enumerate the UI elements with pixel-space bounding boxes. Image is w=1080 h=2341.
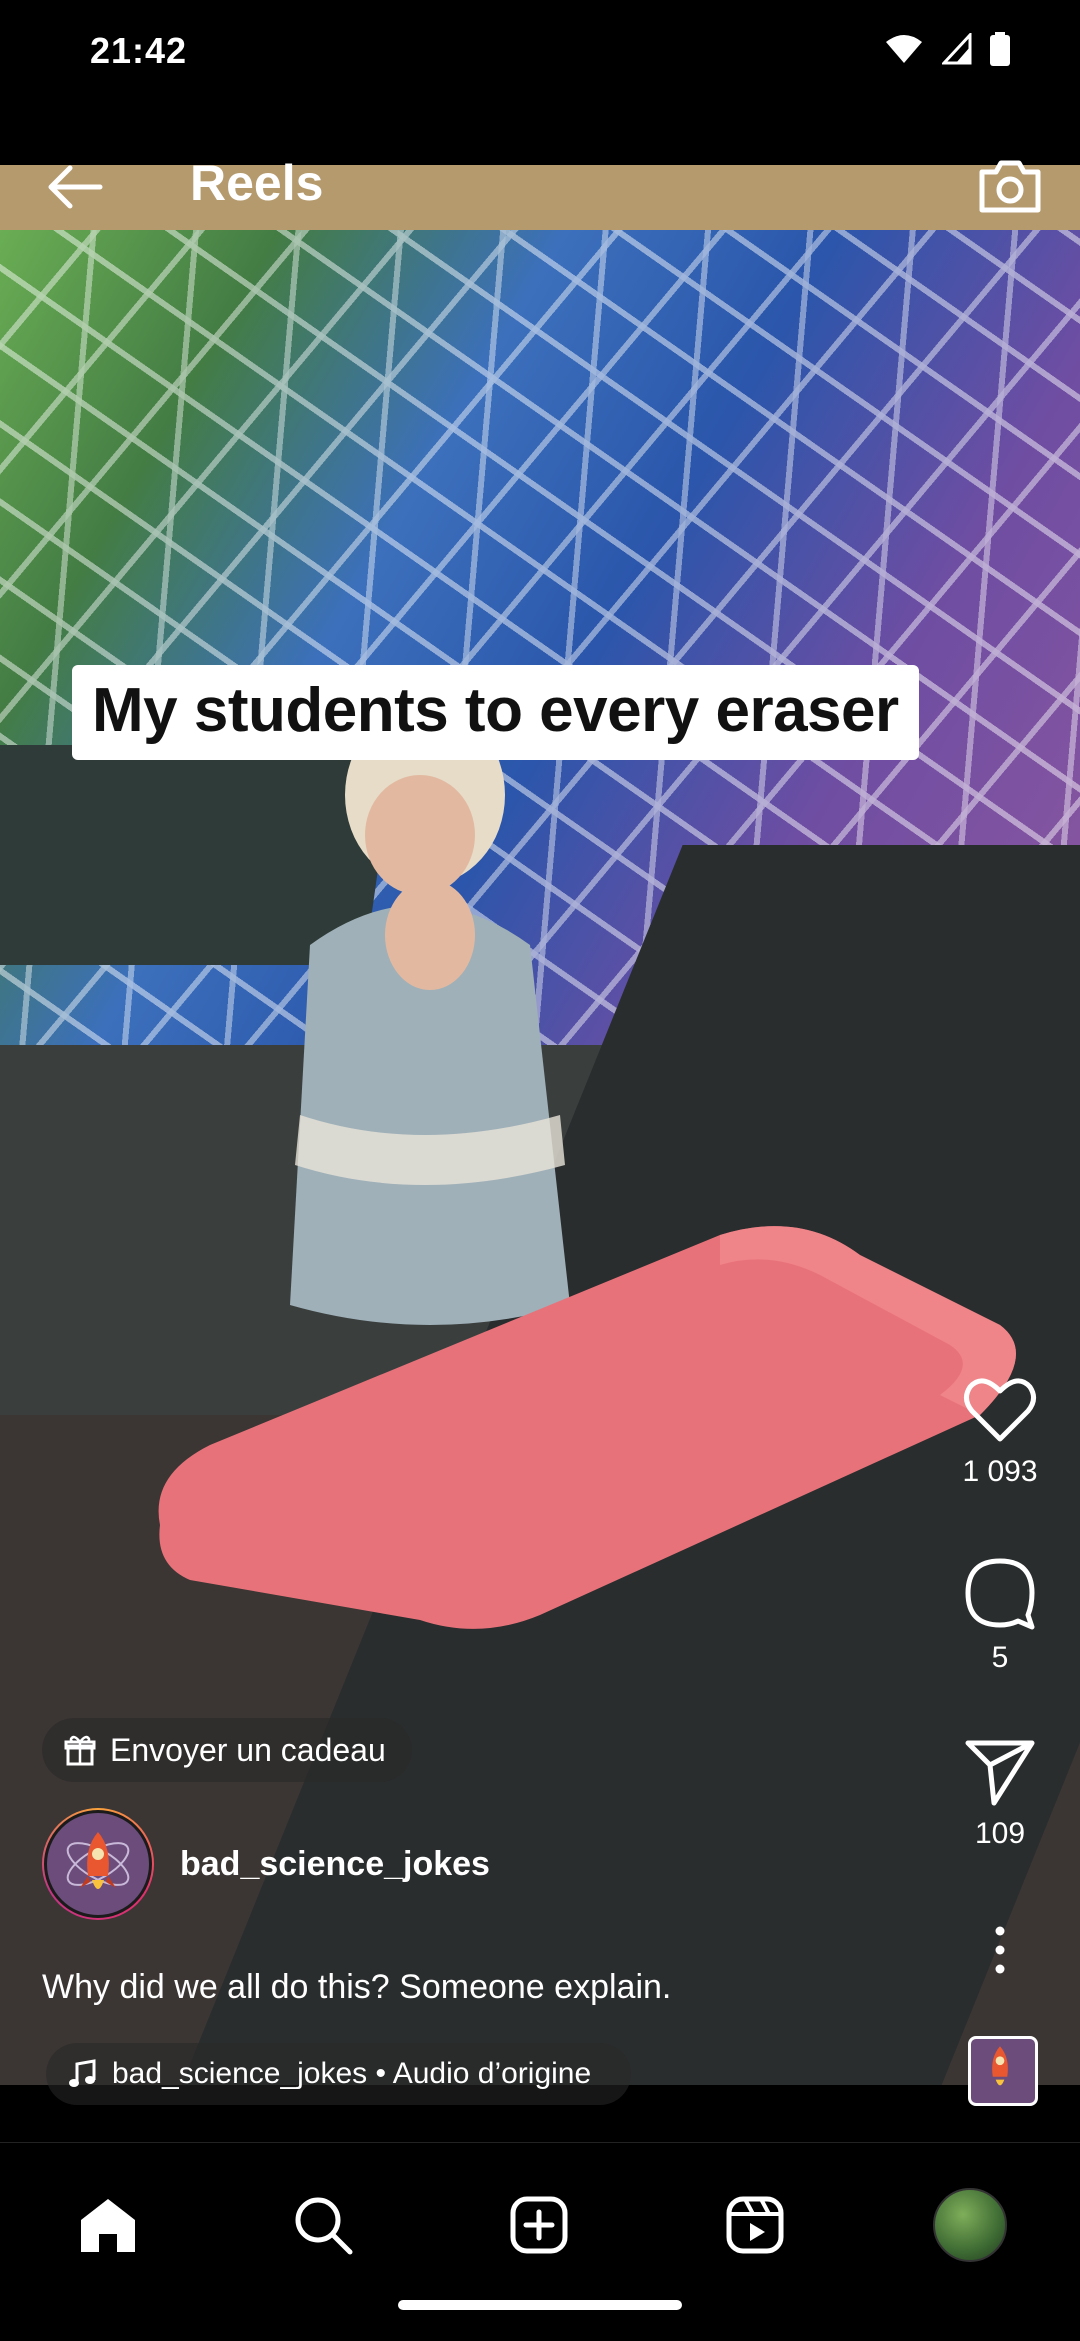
post-description[interactable]: Why did we all do this? Someone explain. <box>42 1968 671 2007</box>
page-title: Reels <box>190 155 324 211</box>
more-vertical-icon[interactable] <box>990 1925 1010 1975</box>
search-icon <box>295 2197 353 2255</box>
like-count: 1 093 <box>962 1455 1038 1488</box>
share-count: 109 <box>974 1817 1026 1850</box>
reel-video[interactable]: My students to every eraser <box>0 165 1080 2085</box>
share-action[interactable]: 109 <box>950 1735 1050 1851</box>
rocket-logo-icon <box>992 2046 1008 2086</box>
avatar[interactable] <box>42 1808 154 1920</box>
profile-avatar <box>933 2188 1007 2262</box>
comment-count: 5 <box>991 1641 1009 1674</box>
camera-icon[interactable] <box>970 146 1050 226</box>
video-caption: My students to every eraser <box>72 665 919 760</box>
send-icon[interactable] <box>962 1735 1038 1807</box>
music-note-icon <box>69 2059 96 2087</box>
gift-icon <box>64 1735 96 1766</box>
audio-label: bad_science_jokes • Audio d’origine <box>112 2057 592 2090</box>
author-row[interactable]: bad_science_jokes <box>42 1808 490 1920</box>
status-time: 21:42 <box>90 30 188 71</box>
nav-create[interactable] <box>499 2185 579 2265</box>
heart-icon[interactable] <box>962 1375 1038 1445</box>
reels-icon <box>726 2196 784 2254</box>
comment-action[interactable]: 5 <box>950 1555 1050 1675</box>
audio-thumbnail[interactable] <box>968 2036 1038 2106</box>
nav-reels[interactable] <box>715 2185 795 2265</box>
nav-search[interactable] <box>283 2185 363 2265</box>
rocket-logo-icon <box>66 1832 130 1889</box>
home-indicator[interactable] <box>398 2300 682 2310</box>
nav-profile[interactable] <box>930 2185 1010 2265</box>
home-icon <box>81 2199 135 2252</box>
wifi-icon <box>886 35 922 63</box>
status-bar: 21:42 <box>0 0 1080 110</box>
audio-link[interactable]: bad_science_jokes • Audio d’origine <box>46 2043 632 2105</box>
status-icons <box>884 32 1010 66</box>
pink-eraser <box>158 1226 1017 1629</box>
send-gift-label: Envoyer un cadeau <box>110 1731 386 1768</box>
signal-icon <box>942 33 972 65</box>
comment-icon[interactable] <box>962 1555 1038 1631</box>
bottom-navigation <box>0 2142 1080 2341</box>
battery-icon <box>990 32 1010 66</box>
nav-home[interactable] <box>68 2185 148 2265</box>
top-bar: Reels <box>0 140 1080 230</box>
back-arrow-icon[interactable] <box>40 152 110 222</box>
more-options[interactable] <box>950 1925 1050 1975</box>
send-gift-button[interactable]: Envoyer un cadeau <box>42 1718 412 1782</box>
username[interactable]: bad_science_jokes <box>180 1845 490 1884</box>
create-icon <box>510 2196 568 2254</box>
like-action[interactable]: 1 093 <box>950 1375 1050 1489</box>
